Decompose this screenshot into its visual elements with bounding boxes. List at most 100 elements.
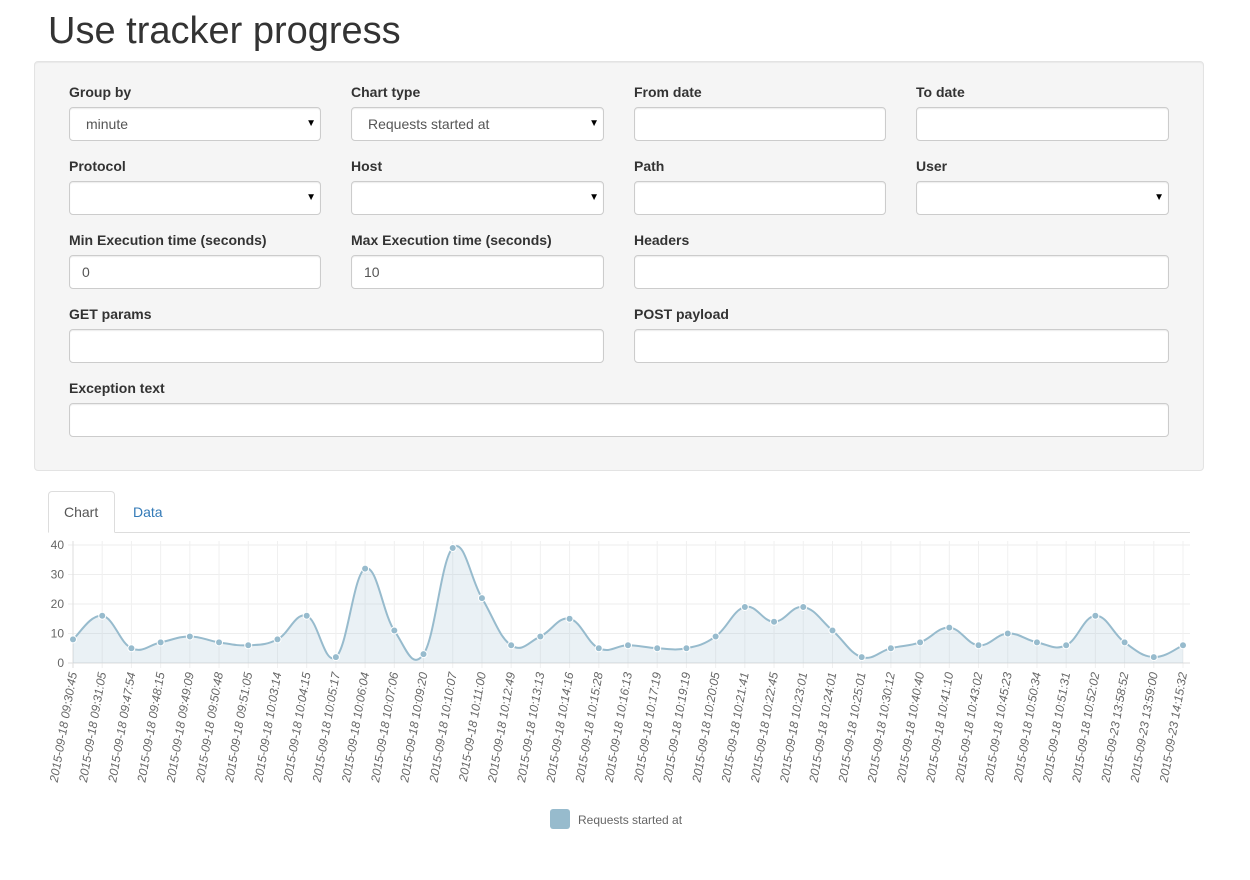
x-tick-label: 2015-09-18 10:52:02 <box>1069 671 1102 784</box>
min-exec-input[interactable] <box>69 255 321 289</box>
headers-label: Headers <box>634 232 690 248</box>
data-point[interactable] <box>215 638 224 647</box>
protocol-select[interactable]: ▼ <box>69 181 321 215</box>
data-point[interactable] <box>740 602 749 611</box>
tab-data[interactable]: Data <box>117 491 179 533</box>
data-point[interactable] <box>624 641 632 650</box>
data-point[interactable] <box>1120 638 1129 647</box>
dropdown-caret-icon: ▼ <box>589 192 599 203</box>
data-point[interactable] <box>799 602 808 611</box>
x-tick-label: 2015-09-18 10:10:07 <box>426 670 460 784</box>
headers-field: Headers <box>634 230 1169 289</box>
get-params-label: GET params <box>69 306 152 322</box>
exception-text-input[interactable] <box>69 403 1169 437</box>
data-point[interactable] <box>828 626 837 635</box>
to-date-input[interactable] <box>916 107 1169 141</box>
data-point[interactable] <box>185 632 194 641</box>
x-tick-label: 2015-09-18 10:20:05 <box>689 671 722 784</box>
host-label: Host <box>351 158 383 174</box>
data-point[interactable] <box>1091 611 1100 620</box>
data-point[interactable] <box>331 653 340 662</box>
x-tick-label: 2015-09-18 10:51:31 <box>1040 671 1073 784</box>
data-point[interactable] <box>1149 653 1158 662</box>
x-tick-label: 2015-09-18 10:15:28 <box>572 671 605 784</box>
from-date-input[interactable] <box>634 107 886 141</box>
min-exec-field: Min Execution time (seconds) <box>69 230 321 289</box>
data-point[interactable] <box>98 611 107 620</box>
chart-type-select[interactable]: Requests started at ▼ <box>351 107 604 141</box>
post-payload-field: POST payload <box>634 304 1169 363</box>
data-point[interactable] <box>1003 629 1012 638</box>
data-point[interactable] <box>127 644 136 653</box>
legend-label: Requests started at <box>578 813 683 827</box>
legend-swatch <box>550 809 570 829</box>
data-point[interactable] <box>974 641 983 650</box>
path-label: Path <box>634 158 665 174</box>
data-point[interactable] <box>69 635 77 644</box>
data-point[interactable] <box>711 632 720 641</box>
requests-chart: 2015-09-18 09:30:452015-09-18 09:31:0520… <box>47 538 1190 784</box>
y-tick-label: 40 <box>51 538 65 552</box>
user-field: User ▼ <box>916 156 1169 215</box>
x-tick-label: 2015-09-18 10:25:01 <box>835 671 868 784</box>
x-tick-label: 2015-09-18 09:48:15 <box>134 671 167 784</box>
data-point[interactable] <box>1032 638 1041 647</box>
group-by-label: Group by <box>69 84 132 100</box>
x-tick-label: 2015-09-18 10:30:12 <box>865 671 898 784</box>
data-point[interactable] <box>361 564 370 573</box>
group-by-select[interactable]: minute ▼ <box>69 107 321 141</box>
exception-text-label: Exception text <box>69 380 165 396</box>
data-point[interactable] <box>273 635 282 644</box>
tab-data-label: Data <box>133 504 163 520</box>
x-tick-label: 2015-09-18 09:51:05 <box>222 671 255 784</box>
x-tick-label: 2015-09-18 10:43:02 <box>952 671 985 784</box>
dropdown-caret-icon: ▼ <box>1154 192 1164 203</box>
data-point[interactable] <box>477 594 486 603</box>
data-point[interactable] <box>1179 641 1187 650</box>
data-point[interactable] <box>156 638 165 647</box>
data-point[interactable] <box>594 644 603 653</box>
data-point[interactable] <box>507 641 516 650</box>
x-tick-label: 2015-09-23 13:58:52 <box>1098 671 1131 784</box>
x-tick-label: 2015-09-18 10:19:19 <box>660 671 693 784</box>
y-tick-labels: 0 10 20 30 40 <box>51 538 65 670</box>
max-exec-input[interactable] <box>351 255 604 289</box>
data-point[interactable] <box>916 638 925 647</box>
data-point[interactable] <box>682 644 691 653</box>
x-tick-label: 2015-09-18 10:12:49 <box>485 671 518 784</box>
x-tick-label: 2015-09-18 10:21:41 <box>718 671 751 784</box>
y-tick-label: 0 <box>57 656 64 670</box>
filter-panel: Group by minute ▼ Chart type Requests st… <box>34 61 1204 471</box>
data-point[interactable] <box>302 611 311 620</box>
dropdown-caret-icon: ▼ <box>306 118 316 129</box>
headers-input[interactable] <box>634 255 1169 289</box>
data-point[interactable] <box>857 653 866 662</box>
data-point[interactable] <box>565 614 574 623</box>
data-point[interactable] <box>1062 641 1071 650</box>
x-tick-label: 2015-09-18 10:13:13 <box>514 671 547 784</box>
get-params-field: GET params <box>69 304 604 363</box>
data-point[interactable] <box>419 650 428 659</box>
tab-chart[interactable]: Chart <box>48 491 115 533</box>
data-point[interactable] <box>448 543 457 552</box>
x-tick-label: 2015-09-18 10:06:04 <box>339 671 372 784</box>
get-params-input[interactable] <box>69 329 604 363</box>
max-exec-field: Max Execution time (seconds) <box>351 230 604 289</box>
post-payload-input[interactable] <box>634 329 1169 363</box>
data-point[interactable] <box>390 626 399 635</box>
data-point[interactable] <box>536 632 545 641</box>
max-exec-label: Max Execution time (seconds) <box>351 232 552 248</box>
data-point[interactable] <box>770 617 779 626</box>
user-select[interactable]: ▼ <box>916 181 1169 215</box>
x-tick-labels: 2015-09-18 09:30:452015-09-18 09:31:0520… <box>47 670 1190 784</box>
to-date-label: To date <box>916 84 965 100</box>
data-point[interactable] <box>244 641 253 650</box>
path-input[interactable] <box>634 181 886 215</box>
data-point[interactable] <box>653 644 662 653</box>
host-select[interactable]: ▼ <box>351 181 604 215</box>
post-payload-label: POST payload <box>634 306 729 322</box>
y-tick-label: 20 <box>51 597 65 611</box>
data-point[interactable] <box>945 623 954 632</box>
data-point[interactable] <box>886 644 895 653</box>
page-title: Use tracker progress <box>48 10 401 52</box>
